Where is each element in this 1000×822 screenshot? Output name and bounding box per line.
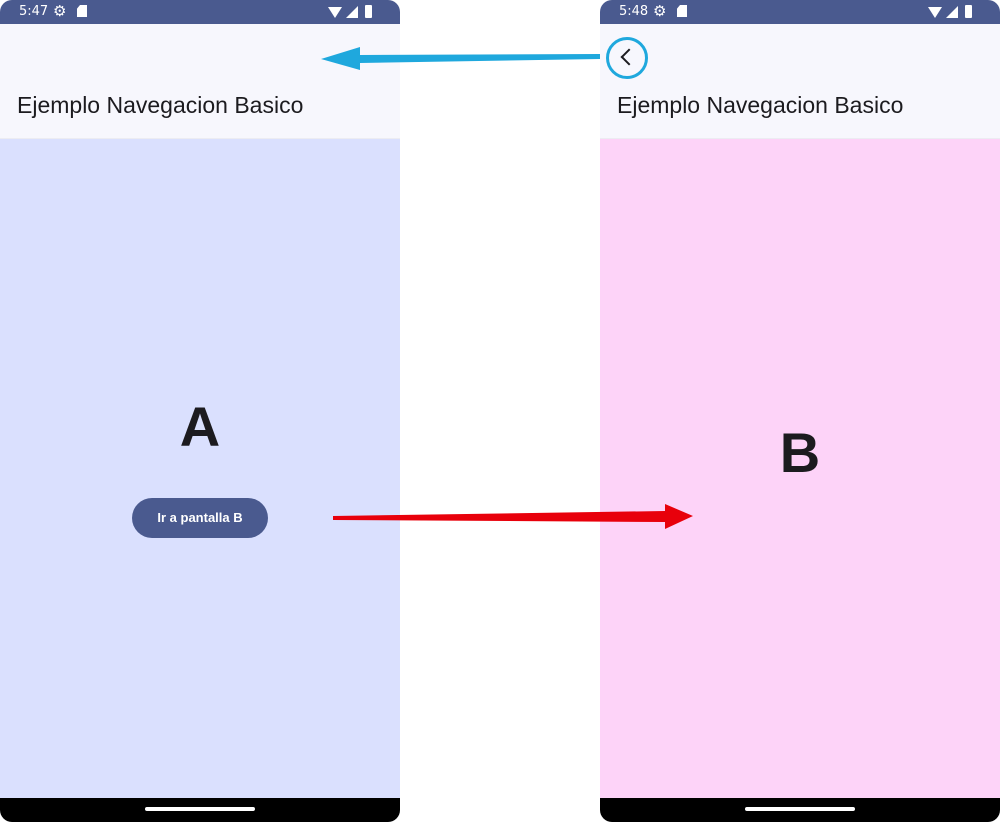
status-bar: 5:47 ⚙ bbox=[0, 0, 400, 24]
status-time: 5:48 bbox=[619, 4, 649, 19]
wifi-icon bbox=[928, 7, 942, 18]
home-indicator[interactable] bbox=[745, 807, 855, 811]
app-bar: Ejemplo Navegacion Basico bbox=[600, 24, 1000, 139]
screen-letter: B bbox=[779, 421, 821, 484]
app-bar: Ejemplo Navegacion Basico bbox=[0, 24, 400, 139]
signal-icon bbox=[346, 6, 358, 18]
wifi-icon bbox=[328, 7, 342, 18]
screen-a: 5:47 ⚙ Ejemplo Navegacion Basico A Ir a … bbox=[0, 0, 400, 822]
back-button[interactable] bbox=[606, 37, 648, 79]
go-to-screen-b-button[interactable]: Ir a pantalla B bbox=[132, 498, 268, 538]
signal-icon bbox=[946, 6, 958, 18]
screen-b: 5:48 ⚙ Ejemplo Navegacion Basico B bbox=[600, 0, 1000, 822]
sd-card-icon bbox=[77, 5, 87, 17]
battery-icon bbox=[965, 5, 972, 18]
screen-letter: A bbox=[179, 395, 221, 458]
battery-icon bbox=[365, 5, 372, 18]
navigation-bar bbox=[600, 798, 1000, 822]
status-bar: 5:48 ⚙ bbox=[600, 0, 1000, 24]
screen-b-content: B bbox=[600, 139, 1000, 798]
gear-icon: ⚙ bbox=[653, 2, 667, 20]
status-time: 5:47 bbox=[19, 4, 49, 19]
sd-card-icon bbox=[677, 5, 687, 17]
app-title: Ejemplo Navegacion Basico bbox=[17, 92, 304, 118]
navigation-bar bbox=[0, 798, 400, 822]
gear-icon: ⚙ bbox=[53, 2, 67, 20]
app-title: Ejemplo Navegacion Basico bbox=[617, 92, 904, 118]
screen-a-content: A Ir a pantalla B bbox=[0, 139, 400, 798]
chevron-left-icon bbox=[620, 48, 638, 66]
home-indicator[interactable] bbox=[145, 807, 255, 811]
